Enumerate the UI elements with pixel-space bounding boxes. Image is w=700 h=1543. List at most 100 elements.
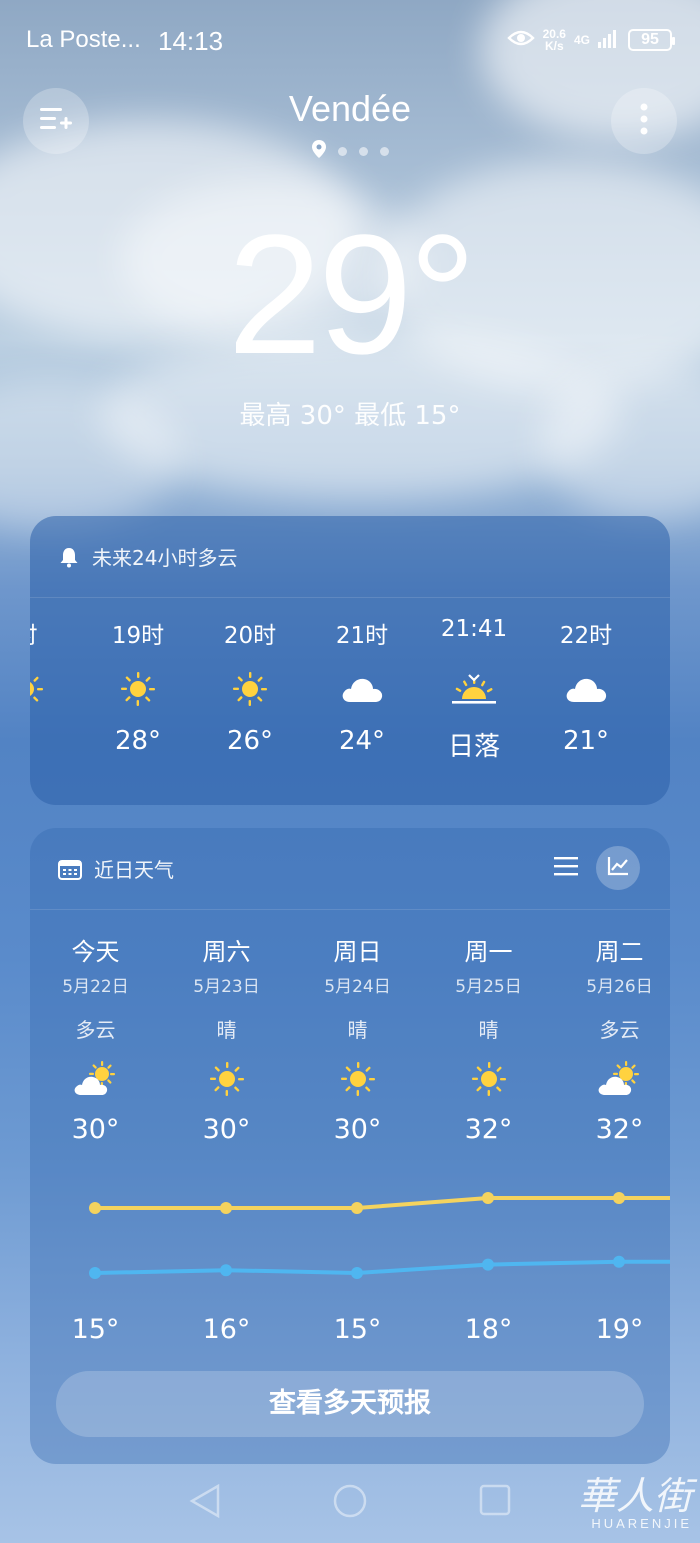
watermark-logo: 華人街 HUARENJIE: [577, 1474, 692, 1531]
current-temperature: 29°: [227, 200, 476, 390]
daily-item[interactable]: 周日 5月24日 晴 30°: [292, 932, 423, 1145]
hourly-forecast-card[interactable]: 未来24小时多云 时 °19时 28° 20时 26° 21时 24° 21:41 日…: [30, 516, 670, 805]
hour-temperature: °: [30, 726, 82, 756]
recents-icon[interactable]: [478, 1483, 512, 1521]
calendar-icon: [58, 858, 82, 880]
sun-icon: [423, 1054, 554, 1104]
daily-lows: 15° 16° 15° 18° 19°: [30, 1314, 670, 1345]
daily-item[interactable]: 周二 5月26日 多云 32°: [554, 932, 670, 1145]
hour-temperature: 日落: [447, 732, 500, 762]
daily-forecast-card: 近日天气 今天 5月22日 多云 30° 周六 5月23日 晴 30° 周日 5月2…: [30, 828, 670, 1464]
bell-icon: [58, 546, 80, 568]
sun-icon: [82, 660, 194, 718]
sunset-icon: [418, 660, 530, 718]
location-title: Vendée: [288, 88, 412, 129]
sun-icon: [30, 660, 82, 718]
page-indicator: [0, 140, 700, 162]
sun-icon: [292, 1054, 423, 1104]
list-view-icon[interactable]: [554, 856, 578, 880]
day-condition: 多云: [75, 1018, 116, 1042]
daily-title: 近日天气: [94, 858, 174, 882]
day-name: 周二: [595, 938, 644, 966]
home-icon[interactable]: [332, 1483, 368, 1523]
day-name: 周一: [464, 938, 513, 966]
hour-time: 20时: [223, 623, 277, 649]
page-dot: [337, 146, 347, 156]
back-icon[interactable]: [188, 1483, 222, 1523]
hour-time: 21:41: [440, 616, 508, 642]
chart-view-button[interactable]: [596, 846, 640, 890]
day-name: 今天: [71, 938, 120, 966]
network-type: 4G: [573, 33, 590, 47]
day-high-temp: 32°: [464, 1114, 513, 1145]
day-low-temp: 15°: [333, 1314, 382, 1345]
hour-temperature: 21°: [562, 726, 610, 756]
system-navbar: 華人街 HUARENJIE: [0, 1463, 700, 1543]
daily-item[interactable]: 周一 5月25日 晴 32°: [423, 932, 554, 1145]
day-low-temp: 16°: [202, 1314, 251, 1345]
partly-cloudy-icon: [554, 1054, 670, 1104]
status-clock: 14:13: [158, 26, 224, 56]
low-temp-point: [482, 1258, 494, 1271]
page-dot: [379, 146, 389, 156]
day-condition: 晴: [216, 1018, 237, 1042]
signal-icon: [598, 28, 620, 52]
day-name: 周日: [333, 938, 382, 966]
cloud-icon: [530, 660, 642, 718]
high-temp-point: [613, 1192, 625, 1204]
net-speed: 20.6 K/s: [542, 27, 566, 53]
location-pin-icon: [311, 140, 326, 162]
low-temp-point: [613, 1255, 625, 1268]
day-date: 5月24日: [324, 977, 391, 997]
page-dot: [358, 146, 368, 156]
high-temp-point: [351, 1202, 363, 1214]
daily-item[interactable]: 今天 5月22日 多云 30°: [30, 932, 161, 1145]
line-chart-icon: [607, 856, 629, 880]
low-temp-point: [220, 1264, 232, 1277]
status-bar: La Poste... 14:13 20.6 K/s 4G 95: [0, 0, 700, 84]
hour-temperature: 28°: [114, 726, 162, 756]
day-date: 5月25日: [455, 977, 522, 997]
view-more-forecast-button[interactable]: 查看多天预报: [56, 1371, 644, 1437]
hour-time: 21时: [335, 623, 389, 649]
day-low-temp: 19°: [595, 1314, 644, 1345]
cloud-icon: [306, 660, 418, 718]
day-condition: 晴: [347, 1018, 368, 1042]
day-high-temp: 30°: [333, 1114, 382, 1145]
sun-icon: [161, 1054, 292, 1104]
high-temp-line: [95, 1196, 670, 1210]
high-temp-point: [220, 1202, 232, 1214]
high-temp-point: [89, 1202, 101, 1214]
day-high-temp: 32°: [595, 1114, 644, 1145]
day-date: 5月26日: [586, 977, 653, 997]
day-date: 5月22日: [62, 977, 129, 997]
carrier-name: La Poste...: [26, 26, 141, 53]
low-temp-line: [94, 1259, 670, 1276]
partly-cloudy-icon: [30, 1054, 161, 1104]
day-date: 5月23日: [193, 977, 260, 997]
low-temp-point: [351, 1267, 363, 1279]
day-high-temp: 30°: [71, 1114, 120, 1145]
view-toggle-group: [554, 846, 640, 890]
hourly-item: 21时 24°: [306, 616, 418, 763]
hour-time: 22时: [559, 623, 613, 649]
hourly-alert: 未来24小时多云: [30, 516, 670, 598]
hour-temperature: 26°: [226, 726, 274, 756]
day-low-temp: 15°: [71, 1314, 120, 1345]
status-icons: 20.6 K/s 4G 95: [506, 27, 675, 53]
daily-list: 今天 5月22日 多云 30° 周六 5月23日 晴 30° 周日 5月24日 晴 …: [30, 932, 670, 1145]
sun-icon: [194, 660, 306, 718]
hourly-item: 时 °: [30, 616, 82, 763]
temperature-trend-chart: [89, 1192, 670, 1279]
day-condition: 晴: [478, 1018, 499, 1042]
hourly-item: 22时 21°: [530, 616, 642, 763]
day-condition: 多云: [599, 1018, 640, 1042]
day-name: 周六: [202, 938, 251, 966]
hourly-list[interactable]: 时 °19时 28° 20时 26° 21时 24° 21:41 日落 22时 21°: [30, 616, 642, 763]
hourly-item: 19时 28°: [82, 616, 194, 763]
day-low-temp: 18°: [464, 1314, 513, 1345]
daily-item[interactable]: 周六 5月23日 晴 30°: [161, 932, 292, 1145]
high-low-temperature: 最高 30° 最低 15°: [239, 401, 461, 431]
hour-time: 时: [30, 616, 82, 650]
hour-temperature: 24°: [338, 726, 386, 756]
